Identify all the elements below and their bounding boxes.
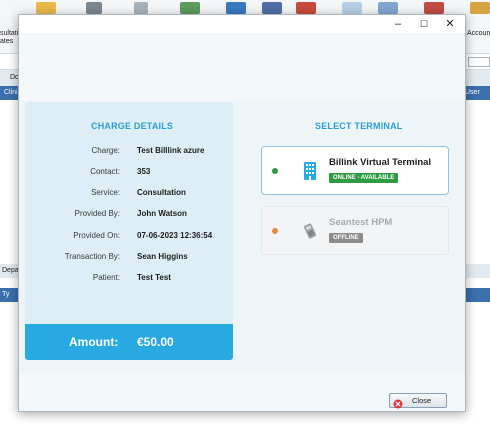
- detail-row-provided-by: Provided By: John Watson: [25, 208, 233, 220]
- building-icon: [302, 161, 318, 181]
- terminal-option-seantest-hpm[interactable]: Seantest HPM OFFLINE: [261, 206, 449, 255]
- window-close-button[interactable]: ✕: [443, 17, 457, 31]
- detail-value: Consultation: [137, 188, 186, 197]
- select-terminal-title: SELECT TERMINAL: [315, 121, 403, 131]
- amount-value: €50.00: [137, 335, 174, 349]
- toolbar-app-icon[interactable]: [470, 2, 490, 14]
- detail-value: 07-06-2023 12:36:54: [137, 231, 213, 240]
- detail-row-patient: Patient: Test Test: [25, 272, 233, 284]
- amount-bar: Amount: €50.00: [25, 324, 233, 360]
- detail-value: Test Test: [137, 273, 171, 282]
- toolbar-app-icon[interactable]: [378, 2, 398, 14]
- background-header-label: User: [465, 89, 480, 96]
- detail-label: Transaction By:: [64, 252, 120, 261]
- toolbar-app-icon[interactable]: [134, 2, 148, 14]
- toolbar-app-icon[interactable]: [424, 2, 444, 14]
- terminal-name: Seantest HPM: [329, 217, 393, 228]
- detail-label: Provided On:: [73, 231, 120, 240]
- detail-value: 353: [137, 167, 151, 176]
- toolbar-app-icon[interactable]: [180, 2, 200, 14]
- detail-label: Contact:: [90, 167, 120, 176]
- terminal-option-billink-virtual[interactable]: Billink Virtual Terminal ONLINE - AVAILA…: [261, 146, 449, 195]
- terminal-status-badge: OFFLINE: [329, 233, 363, 243]
- toolbar-app-icon[interactable]: [226, 2, 246, 14]
- modal-body: CHARGE DETAILS Charge: Test Billlink azu…: [19, 33, 465, 411]
- terminal-status-badge: ONLINE - AVAILABLE: [329, 173, 399, 183]
- close-button-label: Close: [412, 396, 432, 405]
- charge-details-title: CHARGE DETAILS: [91, 121, 174, 131]
- maximize-button[interactable]: ☐: [417, 17, 431, 31]
- payment-modal: – ☐ ✕ CHARGE DETAILS Charge: Test Billli…: [18, 14, 466, 412]
- detail-label: Service:: [91, 188, 120, 197]
- card-terminal-icon: [302, 221, 318, 241]
- online-status-dot: [272, 168, 278, 174]
- toolbar-app-icon[interactable]: [262, 2, 282, 14]
- detail-label: Provided By:: [74, 209, 120, 218]
- toolbar-label[interactable]: ates: [0, 38, 13, 46]
- toolbar-label[interactable]: Accoun: [467, 30, 490, 38]
- toolbar-app-icon[interactable]: [296, 2, 316, 14]
- detail-label: Patient:: [92, 273, 120, 282]
- toolbar-app-icon[interactable]: [36, 2, 56, 14]
- detail-value: Sean Higgins: [137, 252, 188, 261]
- close-circle-icon: [393, 396, 403, 409]
- detail-row-service: Service: Consultation: [25, 187, 233, 199]
- terminal-name: Billink Virtual Terminal: [329, 157, 432, 168]
- minimize-button[interactable]: –: [391, 17, 405, 31]
- detail-row-transaction-by: Transaction By: Sean Higgins: [25, 251, 233, 263]
- charge-details-panel: CHARGE DETAILS Charge: Test Billlink azu…: [25, 102, 233, 360]
- modal-header-band: [19, 33, 465, 101]
- detail-value: John Watson: [137, 209, 187, 218]
- amount-label: Amount:: [69, 335, 119, 349]
- detail-row-contact: Contact: 353: [25, 166, 233, 178]
- background-list-label: Ty: [2, 291, 10, 298]
- toolbar-app-icon[interactable]: [86, 2, 102, 14]
- detail-value: Test Billlink azure: [137, 146, 205, 155]
- detail-row-provided-on: Provided On: 07-06-2023 12:36:54: [25, 230, 233, 242]
- close-button[interactable]: Close: [389, 393, 447, 409]
- offline-status-dot: [272, 228, 278, 234]
- background-header-label: Clini: [4, 89, 18, 96]
- detail-row-charge: Charge: Test Billlink azure: [25, 145, 233, 157]
- background-dept-label[interactable]: Depa: [2, 266, 19, 275]
- toolbar-app-icon[interactable]: [342, 2, 362, 14]
- modal-titlebar[interactable]: – ☐ ✕: [19, 15, 465, 33]
- detail-label: Charge:: [91, 146, 120, 155]
- background-dropdown[interactable]: [468, 57, 490, 67]
